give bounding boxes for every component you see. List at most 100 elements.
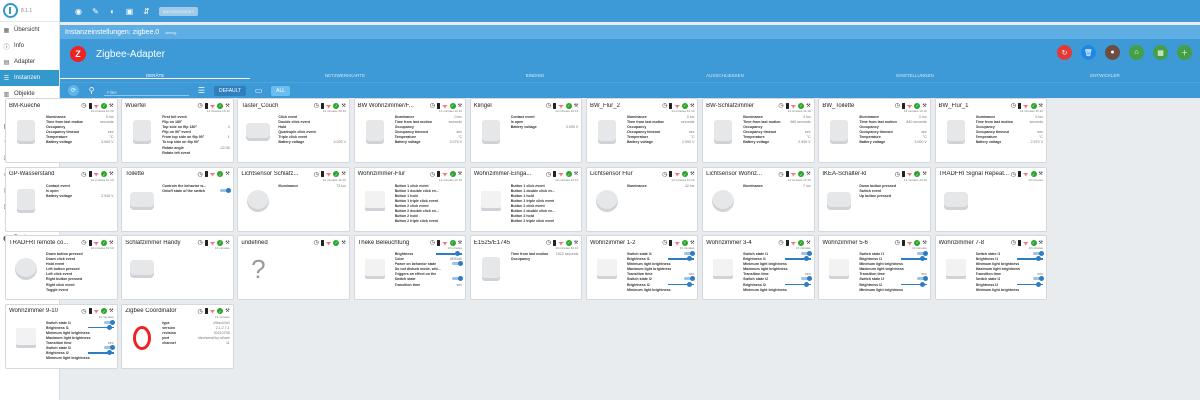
state-toggle[interactable] bbox=[684, 251, 696, 256]
tab-0[interactable]: GERÄTE bbox=[60, 73, 250, 79]
state-slider[interactable] bbox=[1017, 282, 1043, 287]
tools-icon[interactable]: ⚒ bbox=[806, 240, 810, 246]
default-button[interactable]: DEFAULT bbox=[214, 85, 247, 96]
tab-4[interactable]: EINSTELLUNGEN bbox=[820, 73, 1010, 78]
tools-icon[interactable]: ⚒ bbox=[690, 240, 694, 246]
device-card[interactable]: E1525/E1745 ◷ ᯤ ✓ ⚒ 14 minutes 10 10 Time from… bbox=[469, 235, 583, 300]
tab-2[interactable]: BINDING bbox=[440, 73, 630, 78]
state-toggle[interactable] bbox=[1033, 276, 1044, 282]
filter-input[interactable]: Filter bbox=[104, 86, 189, 96]
state-slider[interactable] bbox=[1017, 256, 1043, 261]
tools-icon[interactable]: ⚒ bbox=[574, 240, 578, 246]
state-slider[interactable] bbox=[784, 282, 811, 287]
state-toggle[interactable] bbox=[916, 251, 928, 256]
view-toggle-icon[interactable]: ▭ bbox=[254, 86, 263, 95]
state-toggle[interactable] bbox=[800, 276, 812, 282]
sidebar-item-3[interactable]: ☰ Instanzen bbox=[0, 70, 59, 86]
device-card[interactable]: Lichtsensor Flur ◷ ᯤ ✓ ⚒ 14 minutes 10 10 Illu… bbox=[585, 166, 699, 232]
tools-icon[interactable]: ⚒ bbox=[109, 308, 113, 314]
delete-button[interactable]: 🗑 bbox=[1081, 45, 1096, 60]
device-card[interactable]: undefined ◷ ᯤ ✓ ⚒? bbox=[237, 235, 350, 300]
device-card[interactable]: Wohnzimmer 3-4 ◷ ᯤ ✓ ⚒ 13 minutes Switch state… bbox=[702, 235, 815, 300]
dog-icon-button[interactable]: ● bbox=[1105, 45, 1120, 60]
device-card[interactable]: Lichtsensor Wohnz... ◷ ᯤ ✓ ⚒ 14 minutes 10 10… bbox=[702, 166, 815, 232]
wrench-icon[interactable]: ✎ bbox=[91, 7, 100, 16]
eye-icon[interactable]: ◉ bbox=[74, 7, 83, 16]
restart-button[interactable]: ↻ bbox=[1057, 45, 1072, 60]
device-card[interactable]: BW-Schlafzimmer ◷ ᯤ ✓ ⚒ 14 minutes 10 10 Illum… bbox=[702, 98, 815, 163]
device-card[interactable]: BW Wohnzimmer/F... ◷ ᯤ ✓ ⚒ 14 minutes 10 10 Il… bbox=[353, 98, 467, 163]
host-badge[interactable]: BACKENDSIDEY bbox=[159, 6, 199, 16]
device-card[interactable]: Taster_Couch ◷ ᯤ ✓ ⚒ 14 minutes 10 10 Click ev… bbox=[237, 98, 350, 163]
state-slider[interactable] bbox=[436, 251, 463, 256]
tools-icon[interactable]: ⚒ bbox=[690, 171, 694, 177]
device-card[interactable]: Wohnzimmer 9-10 ◷ ᯤ ✓ ⚒ 13 minutes Switch stat… bbox=[5, 303, 118, 369]
tools-icon[interactable]: ⚒ bbox=[922, 171, 926, 177]
device-card[interactable]: Wohnzimmer 7-8 ◷ ᯤ ✓ ⚒ 13 minutes Switch state… bbox=[934, 235, 1047, 300]
tools-icon[interactable]: ⚒ bbox=[225, 103, 229, 109]
device-card[interactable]: Schlafzimmer Handy ◷ ᯤ ✓ ⚒ 13 minutes bbox=[121, 235, 234, 300]
update-icon[interactable]: ⇵ bbox=[142, 7, 151, 16]
device-card[interactable]: Wohnzimmer 1-2 ◷ ᯤ ✓ ⚒ 13 minutes Switch state… bbox=[585, 235, 699, 300]
sidebar-item-1[interactable]: ⓘ Info bbox=[0, 38, 59, 54]
tools-icon[interactable]: ⚒ bbox=[806, 171, 810, 177]
device-card[interactable]: BM-Kueche ◷ ᯤ ✓ ⚒ 14 minutes 10 10 Illuminance… bbox=[5, 98, 118, 163]
tools-icon[interactable]: ⚒ bbox=[341, 103, 345, 109]
device-card[interactable]: Wohnzimmer-Flur ◷ ᯤ ✓ ⚒ 14 minutes 10 10 Butto… bbox=[353, 166, 467, 232]
tools-icon[interactable]: ⚒ bbox=[458, 171, 462, 177]
state-slider[interactable] bbox=[668, 256, 695, 261]
tools-icon[interactable]: ⚒ bbox=[458, 103, 462, 109]
tools-icon[interactable]: ⚒ bbox=[341, 240, 345, 246]
tab-5[interactable]: ENTWICKLER bbox=[1010, 73, 1200, 78]
device-card[interactable]: TRADFRI Signal Repeat... ◷ ᯤ ✓ ⚒ 13 minutes bbox=[934, 166, 1047, 232]
device-card[interactable]: Klingel ◷ ᯤ ✓ ⚒ 14 minutes 10 10 Contact event… bbox=[469, 98, 583, 163]
sidebar-item-0[interactable]: ▦ Übersicht bbox=[0, 22, 59, 38]
tools-icon[interactable]: ⚒ bbox=[109, 171, 113, 177]
tools-icon[interactable]: ⚒ bbox=[458, 240, 462, 246]
tools-icon[interactable]: ⚒ bbox=[1039, 240, 1043, 246]
device-card[interactable]: BW_Flur_1 ◷ ᯤ ✓ ⚒ 14 minutes 10 10 Illuminance… bbox=[934, 98, 1047, 163]
expert-mode-icon[interactable]: ▣ bbox=[125, 7, 134, 16]
state-toggle[interactable] bbox=[103, 344, 115, 350]
device-card[interactable]: Wuerfel ◷ ᯤ ✓ ⚒ 14 minutes 10 10 First full ev… bbox=[121, 98, 234, 163]
device-card[interactable]: BW_Toilette ◷ ᯤ ✓ ⚒ 14 minutes 10 10 Illuminan… bbox=[818, 98, 931, 163]
pairing-button[interactable]: ⌂ bbox=[1129, 45, 1144, 60]
tools-icon[interactable]: ⚒ bbox=[1039, 171, 1043, 177]
state-toggle[interactable] bbox=[103, 319, 115, 325]
sidebar-item-2[interactable]: ▤ Adapter bbox=[0, 54, 59, 70]
all-button[interactable]: ALL bbox=[271, 85, 291, 96]
state-slider[interactable] bbox=[784, 256, 811, 261]
device-card[interactable]: Toilette ◷ ᯤ ✓ ⚒ Controls the behavior w... On… bbox=[121, 166, 234, 232]
state-toggle[interactable] bbox=[916, 276, 928, 282]
tools-icon[interactable]: ⚒ bbox=[225, 308, 229, 314]
tab-3[interactable]: AUSSCHLIESSEN bbox=[630, 73, 820, 78]
tools-icon[interactable]: ⚒ bbox=[922, 103, 926, 109]
device-card[interactable]: BW_Flur_2 ◷ ᯤ ✓ ⚒ 14 minutes 10 10 Illuminance… bbox=[585, 98, 699, 163]
tools-icon[interactable]: ⚒ bbox=[341, 171, 345, 177]
tools-icon[interactable]: ⚒ bbox=[1039, 103, 1043, 109]
tools-icon[interactable]: ⚒ bbox=[574, 103, 578, 109]
tools-icon[interactable]: ⚒ bbox=[922, 240, 926, 246]
tools-icon[interactable]: ⚒ bbox=[806, 103, 810, 109]
device-card[interactable]: Wohnzimmer-Einga... ◷ ᯤ ✓ ⚒ 14 minutes 10 10 B… bbox=[469, 166, 583, 232]
state-slider[interactable] bbox=[900, 256, 927, 261]
device-card[interactable]: GP-Wasserstand ◷ ᯤ ✓ ⚒ 14 minutes 10 10 Contac… bbox=[5, 166, 118, 232]
state-slider[interactable] bbox=[87, 350, 114, 355]
tools-icon[interactable]: ⚒ bbox=[109, 240, 113, 246]
device-card[interactable]: Theke Beleuchtung ◷ ᯤ ✓ ⚒ 13 minutes Brightnes… bbox=[353, 235, 467, 300]
state-toggle[interactable] bbox=[452, 261, 464, 267]
device-card[interactable]: Wohnzimmer 5-6 ◷ ᯤ ✓ ⚒ 13 minutes Switch state… bbox=[818, 235, 931, 300]
state-slider[interactable] bbox=[668, 282, 695, 287]
tools-icon[interactable]: ⚒ bbox=[690, 103, 694, 109]
iobroker-logo[interactable]: 8.1.1 bbox=[0, 0, 59, 22]
theme-icon[interactable]: ◐ bbox=[108, 7, 117, 16]
state-slider[interactable] bbox=[900, 282, 927, 287]
state-toggle[interactable] bbox=[1033, 251, 1044, 256]
tools-icon[interactable]: ⚒ bbox=[225, 171, 229, 177]
log-level[interactable]: debug bbox=[165, 30, 176, 35]
device-card[interactable]: Zigbee Coordinator ◷ ᯤ ✓ ⚒ 13 minutes type zSta… bbox=[121, 303, 234, 369]
tools-icon[interactable]: ⚒ bbox=[109, 103, 113, 109]
refresh-icon[interactable]: ⟳ bbox=[68, 85, 79, 96]
state-toggle[interactable] bbox=[452, 276, 464, 282]
tab-1[interactable]: NETZWERKKARTE bbox=[250, 73, 440, 78]
